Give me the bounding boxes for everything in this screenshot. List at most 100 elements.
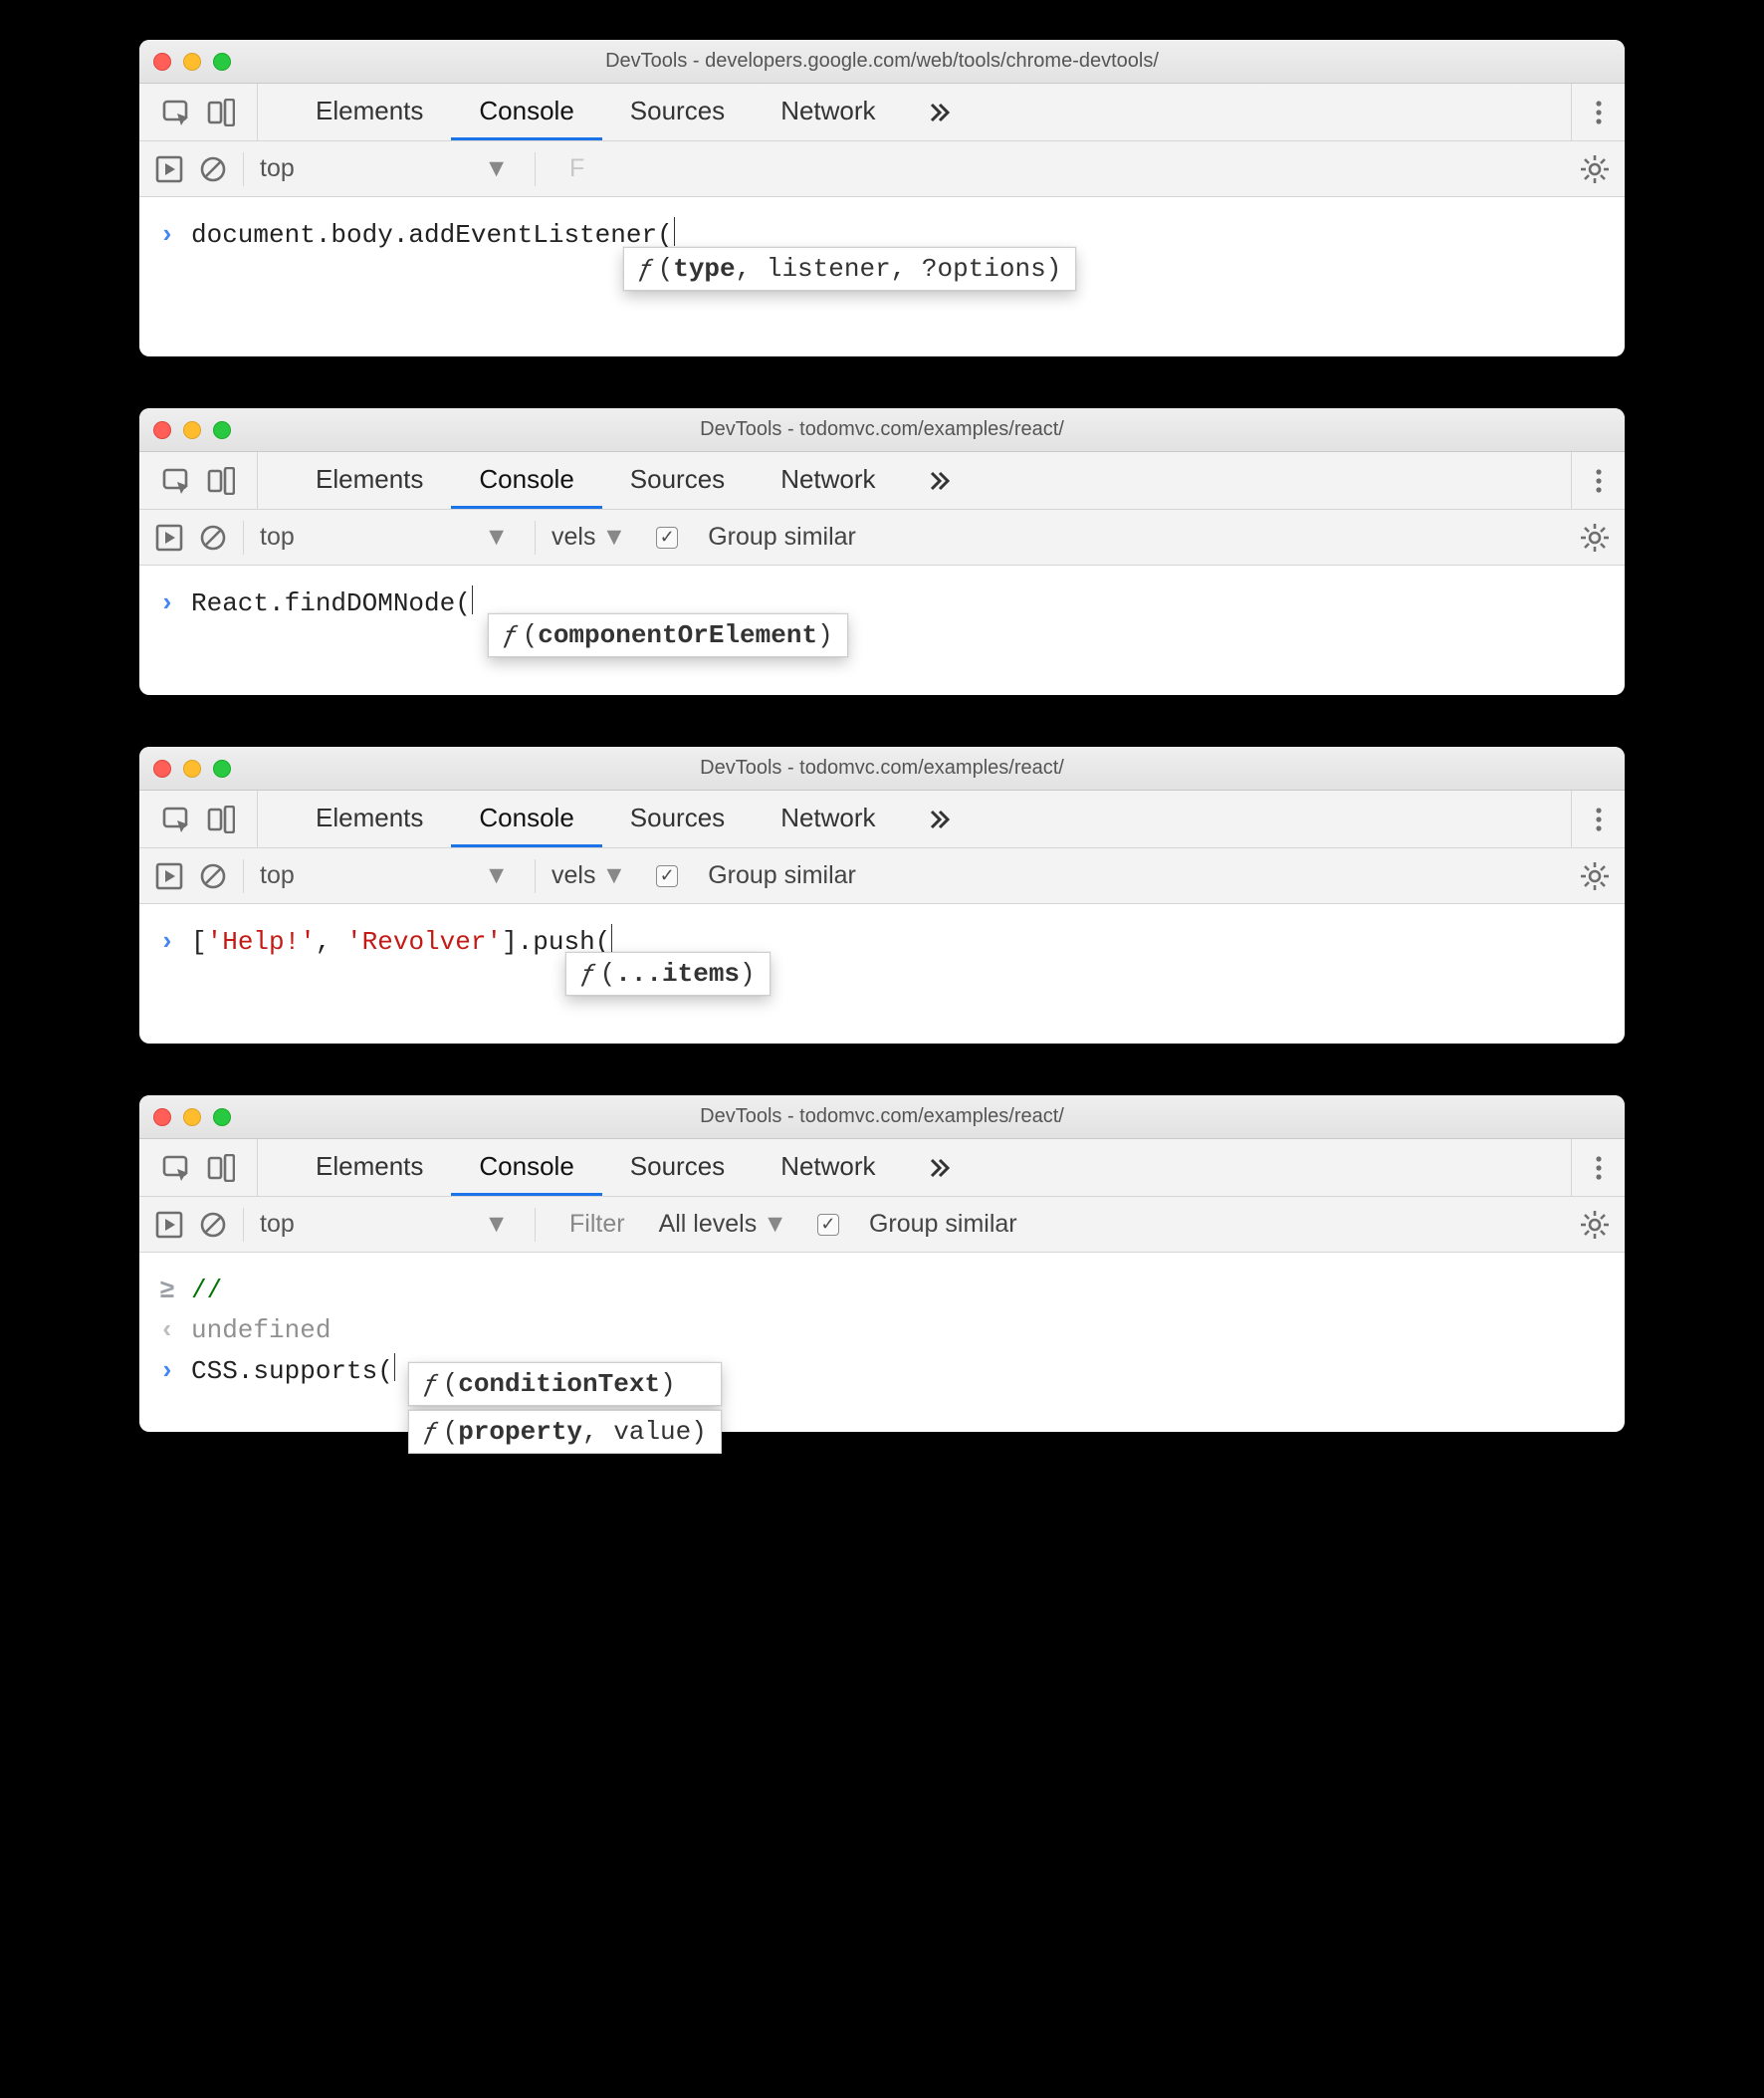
separator xyxy=(535,1208,536,1242)
text-caret xyxy=(394,1353,395,1382)
minimize-icon[interactable] xyxy=(183,760,201,778)
traffic-lights xyxy=(153,53,231,71)
console-code[interactable]: document.body.addEventListener( xyxy=(191,215,675,255)
tab-elements[interactable]: Elements xyxy=(288,1139,451,1196)
settings-gear-icon[interactable] xyxy=(1581,1211,1609,1239)
execute-icon[interactable] xyxy=(155,524,183,552)
signature-tooltip: ƒ(conditionText) xyxy=(408,1362,722,1406)
tab-network[interactable]: Network xyxy=(753,1139,903,1196)
console-body[interactable]: ›['Help!', 'Revolver'].push( xyxy=(139,904,1625,1044)
devtools-window: DevTools - developers.google.com/web/too… xyxy=(139,40,1625,356)
maximize-icon[interactable] xyxy=(213,760,231,778)
tab-sources[interactable]: Sources xyxy=(602,1139,753,1196)
prompt-icon: › xyxy=(159,1351,177,1391)
overflow-menu-icon[interactable] xyxy=(1571,452,1625,509)
group-similar-checkbox[interactable]: ✓ xyxy=(817,1214,839,1236)
clear-console-icon[interactable] xyxy=(199,524,227,552)
console-code[interactable]: CSS.supports( xyxy=(191,1351,395,1391)
tab-console[interactable]: Console xyxy=(451,791,601,847)
log-levels-dropdown[interactable]: vels ▼ xyxy=(551,523,626,552)
chevron-down-icon: ▼ xyxy=(601,861,626,890)
device-toggle-icon[interactable] xyxy=(207,99,235,126)
text-caret xyxy=(472,585,473,614)
overflow-menu-icon[interactable] xyxy=(1571,1139,1625,1196)
console-body[interactable]: ≥// ‹undefined ›CSS.supports( xyxy=(139,1253,1625,1432)
context-dropdown[interactable]: top ▼ xyxy=(260,861,519,890)
filter-input[interactable]: Filter xyxy=(551,1210,643,1239)
context-dropdown[interactable]: top ▼ xyxy=(260,1210,519,1239)
inspect-icon[interactable] xyxy=(161,806,189,833)
tab-elements[interactable]: Elements xyxy=(288,791,451,847)
console-code[interactable]: ['Help!', 'Revolver'].push( xyxy=(191,922,612,962)
settings-gear-icon[interactable] xyxy=(1581,524,1609,552)
tab-elements[interactable]: Elements xyxy=(288,84,451,140)
execute-icon[interactable] xyxy=(155,1211,183,1239)
minimize-icon[interactable] xyxy=(183,421,201,439)
tab-network[interactable]: Network xyxy=(753,84,903,140)
more-tabs-icon[interactable] xyxy=(904,1139,976,1196)
tab-network[interactable]: Network xyxy=(753,791,903,847)
traffic-lights xyxy=(153,1108,231,1126)
minimize-icon[interactable] xyxy=(183,53,201,71)
clear-console-icon[interactable] xyxy=(199,1211,227,1239)
close-icon[interactable] xyxy=(153,421,171,439)
tab-strip: ElementsConsoleSourcesNetwork xyxy=(139,84,1625,141)
clear-console-icon[interactable] xyxy=(199,155,227,183)
log-levels-dropdown[interactable]: All levels ▼ xyxy=(659,1210,787,1239)
tab-sources[interactable]: Sources xyxy=(602,452,753,509)
context-dropdown[interactable]: top ▼ xyxy=(260,523,519,552)
execute-icon[interactable] xyxy=(155,155,183,183)
maximize-icon[interactable] xyxy=(213,53,231,71)
overflow-menu-icon[interactable] xyxy=(1571,791,1625,847)
more-tabs-icon[interactable] xyxy=(904,791,976,847)
context-dropdown[interactable]: top ▼ xyxy=(260,154,519,183)
filter-input[interactable]: F xyxy=(551,154,602,183)
close-icon[interactable] xyxy=(153,1108,171,1126)
execute-icon[interactable] xyxy=(155,862,183,890)
tab-sources[interactable]: Sources xyxy=(602,84,753,140)
minimize-icon[interactable] xyxy=(183,1108,201,1126)
group-similar-checkbox[interactable]: ✓ xyxy=(656,527,678,549)
tab-elements[interactable]: Elements xyxy=(288,452,451,509)
inspect-icon[interactable] xyxy=(161,467,189,495)
tab-strip: ElementsConsoleSourcesNetwork xyxy=(139,1139,1625,1197)
console-code: // xyxy=(191,1271,222,1310)
close-icon[interactable] xyxy=(153,53,171,71)
close-icon[interactable] xyxy=(153,760,171,778)
separator xyxy=(535,859,536,893)
tab-network[interactable]: Network xyxy=(753,452,903,509)
group-similar-checkbox[interactable]: ✓ xyxy=(656,865,678,887)
device-toggle-icon[interactable] xyxy=(207,806,235,833)
tab-sources[interactable]: Sources xyxy=(602,791,753,847)
separator xyxy=(243,859,244,893)
overflow-menu-icon[interactable] xyxy=(1571,84,1625,140)
device-toggle-icon[interactable] xyxy=(207,467,235,495)
tab-console[interactable]: Console xyxy=(451,1139,601,1196)
settings-gear-icon[interactable] xyxy=(1581,155,1609,183)
text-caret xyxy=(611,924,612,953)
console-body[interactable]: ›React.findDOMNode( xyxy=(139,566,1625,695)
tab-console[interactable]: Console xyxy=(451,84,601,140)
console-toolbar: top ▼ vels ▼ ✓ Group similar xyxy=(139,848,1625,904)
console-line-input[interactable]: › CSS.supports( xyxy=(159,1351,1605,1391)
console-line-input[interactable]: ›['Help!', 'Revolver'].push( xyxy=(159,922,1605,962)
device-toggle-icon[interactable] xyxy=(207,1154,235,1182)
inspect-icon[interactable] xyxy=(161,99,189,126)
console-line-input[interactable]: ›React.findDOMNode( xyxy=(159,583,1605,623)
maximize-icon[interactable] xyxy=(213,421,231,439)
text-caret xyxy=(674,217,675,246)
more-tabs-icon[interactable] xyxy=(904,84,976,140)
tab-console[interactable]: Console xyxy=(451,452,601,509)
separator xyxy=(243,1208,244,1242)
maximize-icon[interactable] xyxy=(213,1108,231,1126)
traffic-lights xyxy=(153,760,231,778)
eager-eval-icon: ≥ xyxy=(159,1271,177,1310)
log-levels-dropdown[interactable]: vels ▼ xyxy=(551,861,626,890)
devtools-window: DevTools - todomvc.com/examples/react/ E… xyxy=(139,408,1625,695)
console-code[interactable]: React.findDOMNode( xyxy=(191,583,473,623)
inspect-icon[interactable] xyxy=(161,1154,189,1182)
more-tabs-icon[interactable] xyxy=(904,452,976,509)
clear-console-icon[interactable] xyxy=(199,862,227,890)
titlebar: DevTools - todomvc.com/examples/react/ xyxy=(139,747,1625,791)
settings-gear-icon[interactable] xyxy=(1581,862,1609,890)
